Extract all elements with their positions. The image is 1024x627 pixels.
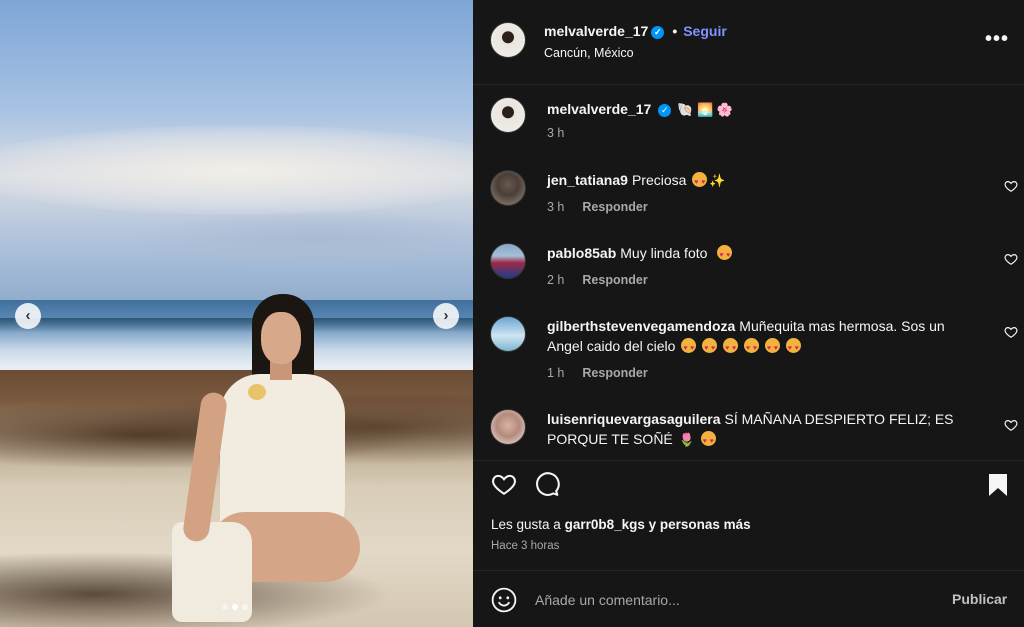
person-flower	[248, 384, 266, 400]
verified-icon: ✓	[651, 26, 665, 39]
tulip-emoji: 🌷	[678, 432, 695, 447]
kiss-emoji-icon	[717, 245, 733, 266]
comment-time: 2 h	[547, 273, 565, 287]
composer-divider	[473, 570, 1024, 571]
heart-eyes-emoji-icon	[692, 172, 708, 193]
commenter-avatar[interactable]	[490, 409, 526, 445]
comment-text: Muy linda foto	[620, 245, 708, 261]
like-comment-heart-icon[interactable]	[1004, 418, 1018, 432]
carousel-dot	[242, 604, 248, 610]
comment-meta: 1 h Responder	[547, 366, 648, 380]
separator-dot: •	[672, 23, 678, 39]
carousel-prev-button[interactable]: ‹	[15, 303, 41, 329]
heart-eyes-emoji-icon	[681, 338, 697, 359]
photo-cloud	[120, 210, 473, 270]
sparkles-emoji: ✨	[709, 173, 726, 188]
commenter-avatar[interactable]	[490, 316, 526, 352]
like-comment-heart-icon[interactable]	[1004, 179, 1018, 193]
comment-body: jen_tatiana9Preciosa ✨	[547, 170, 977, 193]
header-divider	[473, 84, 1024, 85]
post-side-panel: melvalverde_17 ✓ • Seguir Cancún, México ••…	[473, 0, 1024, 627]
reply-button[interactable]: Responder	[582, 200, 647, 214]
comment-meta: 2 h Responder	[547, 273, 648, 287]
post-location[interactable]: Cancún, México	[544, 46, 634, 60]
comment-username[interactable]: pablo85ab	[547, 245, 616, 261]
like-post-heart-icon[interactable]	[490, 471, 518, 497]
publish-button[interactable]: Publicar	[952, 591, 1007, 607]
post-age: Hace 3 horas	[491, 540, 560, 552]
caption-time: 3 h	[547, 126, 565, 140]
photo-person	[170, 292, 360, 627]
comment-username[interactable]: gilberthstevenvegamendoza	[547, 318, 735, 334]
heart-eyes-emoji-icon	[723, 338, 739, 359]
caption-text: melvalverde_17 ✓ 🐚 🌅 🌸	[547, 99, 977, 120]
likes-prefix: Les gusta a	[491, 517, 561, 532]
comment-bubble-icon[interactable]	[534, 471, 560, 497]
caption-emojis: 🐚 🌅 🌸	[677, 102, 733, 117]
comment-time: 1 h	[547, 366, 565, 380]
like-comment-heart-icon[interactable]	[1004, 325, 1018, 339]
bookmark-icon[interactable]	[988, 473, 1008, 497]
comment-input[interactable]	[535, 587, 935, 613]
like-comment-heart-icon[interactable]	[1004, 252, 1018, 266]
comment-text: Preciosa	[631, 172, 687, 188]
comment-time: 3 h	[547, 200, 565, 214]
emoji-picker-icon[interactable]	[491, 587, 517, 613]
photo-cloud	[0, 125, 473, 215]
commenter-avatar[interactable]	[490, 170, 526, 206]
post-photo[interactable]: ‹ ›	[0, 0, 473, 627]
carousel-dot	[232, 604, 238, 610]
verified-icon: ✓	[658, 104, 672, 117]
comment-body: pablo85ab Muy linda foto	[547, 243, 977, 266]
carousel-next-button[interactable]: ›	[433, 303, 459, 329]
kiss-emoji-icon	[700, 431, 716, 452]
author-avatar[interactable]	[490, 22, 526, 58]
likes-summary: Les gusta a garr0b8_kgs y personas más	[491, 517, 751, 532]
comment-username[interactable]: luisenriquevargasaguilera	[547, 411, 721, 427]
more-options-icon[interactable]: •••	[985, 28, 1009, 51]
post-header: melvalverde_17 ✓ • Seguir	[544, 23, 727, 39]
carousel-dot	[222, 604, 228, 610]
post-viewer: ‹ › melvalverde_17 ✓ • Seguir Cancún, Méxic…	[0, 0, 1024, 627]
heart-eyes-emoji-icon	[743, 338, 759, 359]
caption-username[interactable]: melvalverde_17	[547, 101, 651, 117]
heart-eyes-emoji-icon	[702, 338, 718, 359]
reply-button[interactable]: Responder	[582, 366, 647, 380]
comment-body: luisenriquevargasaguilera SÍ MAÑANA DESPI…	[547, 409, 977, 452]
reply-button[interactable]: Responder	[582, 273, 647, 287]
carousel-dots	[222, 604, 248, 610]
comment-username[interactable]: jen_tatiana9	[547, 172, 628, 188]
follow-button[interactable]: Seguir	[683, 23, 727, 39]
heart-eyes-emoji-icon	[764, 338, 780, 359]
author-username[interactable]: melvalverde_17	[544, 23, 648, 39]
person-face	[261, 312, 301, 364]
commenter-avatar[interactable]	[490, 243, 526, 279]
comment-body: gilberthstevenvegamendoza Muñequita mas h…	[547, 316, 977, 359]
heart-eyes-emoji-icon	[785, 338, 801, 359]
comment-meta: 3 h Responder	[547, 200, 648, 214]
actions-divider	[473, 460, 1024, 461]
author-avatar[interactable]	[490, 97, 526, 133]
likes-user[interactable]: garr0b8_kgs	[565, 517, 645, 532]
likes-suffix[interactable]: y personas más	[649, 517, 751, 532]
